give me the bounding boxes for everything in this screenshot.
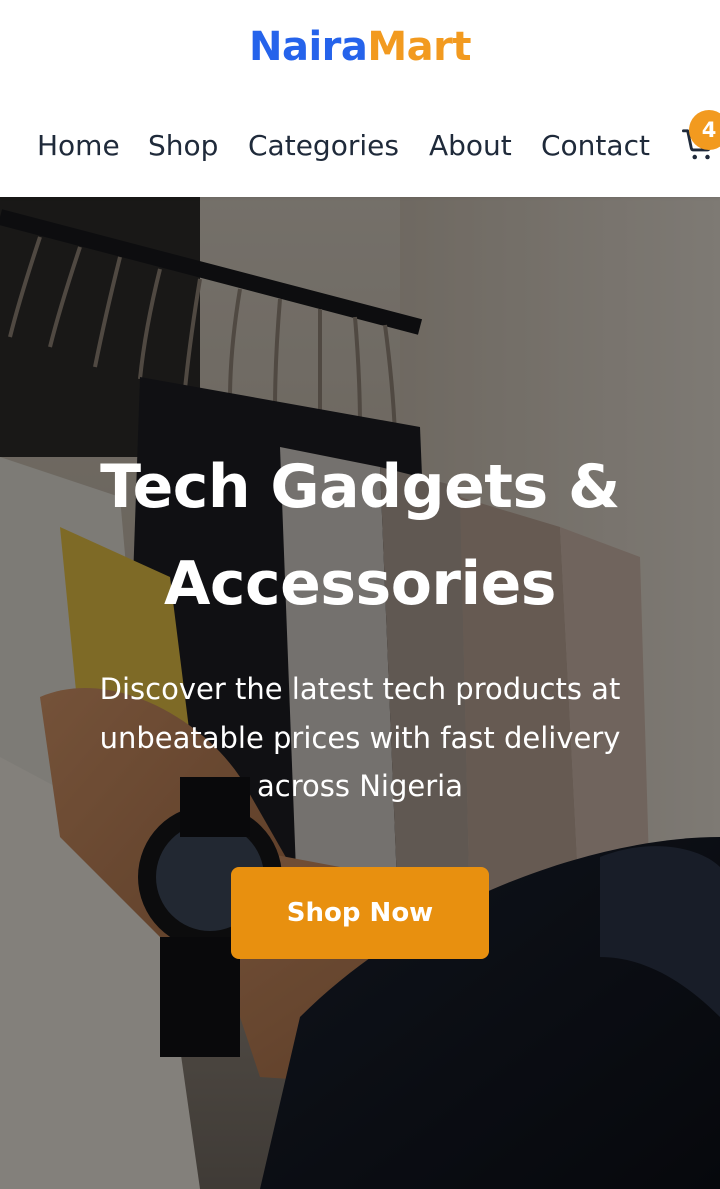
hero-banner: Tech Gadgets & Accessories Discover the … bbox=[0, 197, 720, 1189]
nav-item-about[interactable]: About bbox=[429, 126, 512, 166]
nav-item-shop[interactable]: Shop bbox=[148, 126, 218, 166]
brand-logo-part1: Naira bbox=[248, 24, 368, 70]
main-nav: Home Shop Categories About Contact bbox=[0, 126, 720, 166]
hero-title: Tech Gadgets & Accessories bbox=[100, 452, 620, 619]
site-header: NairaMart Home Shop Categories About Con… bbox=[0, 0, 720, 197]
brand-logo-part2: Mart bbox=[367, 24, 472, 70]
nav-item-home[interactable]: Home bbox=[37, 126, 120, 166]
hero-subtitle: Discover the latest tech products at unb… bbox=[99, 672, 621, 803]
nav-item-contact[interactable]: Contact bbox=[541, 126, 650, 166]
shop-now-button[interactable]: Shop Now bbox=[231, 867, 489, 959]
nav-item-categories[interactable]: Categories bbox=[248, 126, 399, 166]
brand-logo[interactable]: NairaMart bbox=[0, 24, 720, 70]
